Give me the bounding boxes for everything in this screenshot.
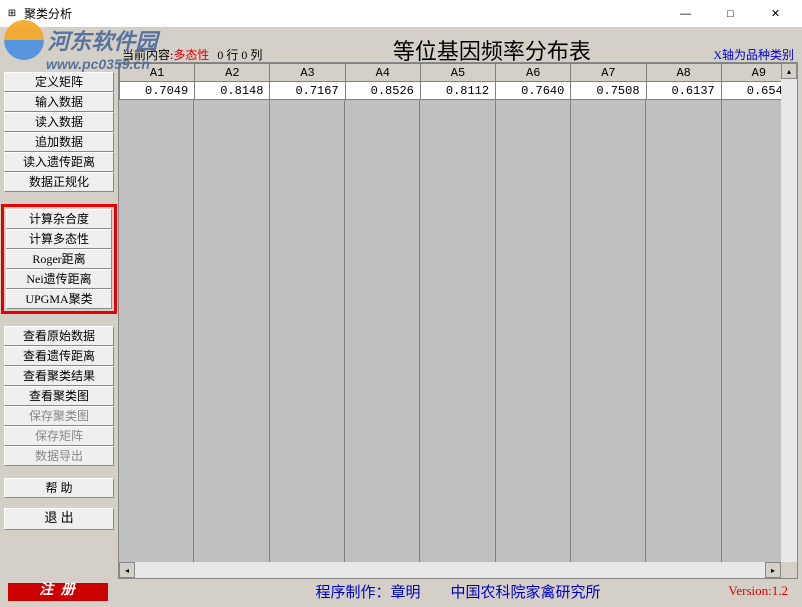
- col-header: A2: [195, 64, 270, 82]
- sidebar-group-view: 查看原始数据 查看遗传距离 查看聚类结果 查看聚类图 保存聚类图 保存矩阵 数据…: [4, 326, 114, 466]
- current-content-value: 多态性: [173, 46, 209, 63]
- export-data-button[interactable]: 数据导出: [4, 446, 114, 466]
- cell: 0.7167: [270, 82, 345, 100]
- cell: 0.7640: [496, 82, 571, 100]
- x-axis-label: X轴为品种类别: [713, 46, 794, 63]
- read-data-button[interactable]: 读入数据: [4, 112, 114, 132]
- normalize-data-button[interactable]: 数据正规化: [4, 172, 114, 192]
- read-genetic-distance-button[interactable]: 读入遗传距离: [4, 152, 114, 172]
- define-matrix-button[interactable]: 定义矩阵: [4, 72, 114, 92]
- save-cluster-chart-button[interactable]: 保存聚类图: [4, 406, 114, 426]
- scroll-right-icon[interactable]: ▸: [765, 562, 781, 578]
- header-row: 当前内容: 多态性 0 行 0 列 等位基因频率分布表 X轴为品种类别: [118, 32, 798, 62]
- cell: 0.7049: [120, 82, 195, 100]
- grid-body-empty: [119, 100, 797, 579]
- watermark-logo-icon: [4, 20, 44, 60]
- minimize-button[interactable]: —: [663, 0, 708, 28]
- upgma-cluster-button[interactable]: UPGMA聚类: [6, 289, 112, 309]
- maximize-button[interactable]: □: [708, 0, 753, 28]
- footer-author: 程序制作：章明: [315, 581, 420, 602]
- footer: 程序制作：章明 中国农科院家禽研究所 Version:1.2: [118, 579, 798, 603]
- scroll-up-icon[interactable]: ▴: [781, 63, 797, 79]
- save-matrix-button[interactable]: 保存矩阵: [4, 426, 114, 446]
- cell: 0.8148: [195, 82, 270, 100]
- view-raw-data-button[interactable]: 查看原始数据: [4, 326, 114, 346]
- horizontal-scrollbar[interactable]: ◂ ▸: [119, 562, 781, 578]
- watermark-url: www.pc0359.cn: [46, 56, 157, 72]
- vertical-scrollbar[interactable]: ▴: [781, 63, 797, 562]
- col-header: A4: [345, 64, 420, 82]
- data-grid: A1 A2 A3 A4 A5 A6 A7 A8 A9 0.7049 0.8148…: [118, 62, 798, 579]
- row-col-info: 0 行 0 列: [217, 46, 262, 63]
- view-genetic-distance-button[interactable]: 查看遗传距离: [4, 346, 114, 366]
- col-header: A6: [496, 64, 571, 82]
- cell: 0.8112: [420, 82, 495, 100]
- view-cluster-result-button[interactable]: 查看聚类结果: [4, 366, 114, 386]
- sidebar: 定义矩阵 输入数据 读入数据 追加数据 读入遗传距离 数据正规化 计算杂合度 计…: [4, 32, 114, 603]
- sidebar-group-data: 定义矩阵 输入数据 读入数据 追加数据 读入遗传距离 数据正规化: [4, 72, 114, 192]
- table-header-row: A1 A2 A3 A4 A5 A6 A7 A8 A9: [120, 64, 797, 82]
- window-controls: — □ ✕: [663, 0, 798, 28]
- scroll-left-icon[interactable]: ◂: [119, 562, 135, 578]
- footer-org: 中国农科院家禽研究所: [451, 581, 601, 602]
- close-button[interactable]: ✕: [753, 0, 798, 28]
- append-data-button[interactable]: 追加数据: [4, 132, 114, 152]
- col-header: A3: [270, 64, 345, 82]
- exit-button[interactable]: 退 出: [4, 508, 114, 530]
- cell: 0.6137: [646, 82, 721, 100]
- main-panel: 当前内容: 多态性 0 行 0 列 等位基因频率分布表 X轴为品种类别 A1 A…: [118, 32, 798, 603]
- table-row: 0.7049 0.8148 0.7167 0.8526 0.8112 0.764…: [120, 82, 797, 100]
- roger-distance-button[interactable]: Roger距离: [6, 249, 112, 269]
- help-button[interactable]: 帮 助: [4, 478, 114, 498]
- scroll-corner: [781, 562, 797, 578]
- register-banner[interactable]: 注 册: [8, 583, 108, 601]
- col-header: A8: [646, 64, 721, 82]
- calc-heterozygosity-button[interactable]: 计算杂合度: [6, 209, 112, 229]
- nei-genetic-distance-button[interactable]: Nei遗传距离: [6, 269, 112, 289]
- cell: 0.8526: [345, 82, 420, 100]
- sidebar-group-compute: 计算杂合度 计算多态性 Roger距离 Nei遗传距离 UPGMA聚类: [1, 204, 117, 314]
- col-header: A5: [420, 64, 495, 82]
- watermark: 河东软件园 www.pc0359.cn: [4, 20, 157, 72]
- calc-polymorphism-button[interactable]: 计算多态性: [6, 229, 112, 249]
- col-header: A7: [571, 64, 646, 82]
- cell: 0.7508: [571, 82, 646, 100]
- input-data-button[interactable]: 输入数据: [4, 92, 114, 112]
- watermark-text: 河东软件园: [47, 29, 157, 54]
- view-cluster-chart-button[interactable]: 查看聚类图: [4, 386, 114, 406]
- footer-version: Version:1.2: [728, 583, 788, 599]
